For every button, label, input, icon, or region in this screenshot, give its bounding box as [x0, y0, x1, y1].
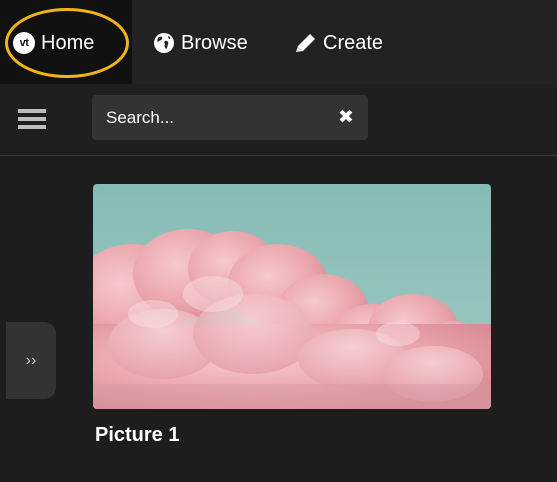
- pencil-icon: [293, 32, 317, 54]
- double-chevron-right-icon[interactable]: ››: [6, 322, 56, 399]
- hamburger-icon[interactable]: [18, 109, 46, 129]
- pink-clouds-image: [93, 184, 491, 409]
- nav-home-link[interactable]: vt Home: [13, 28, 94, 58]
- search-input[interactable]: [106, 106, 316, 130]
- toolbar-divider: [0, 155, 557, 156]
- nav-browse-label: Browse: [181, 31, 248, 54]
- nav-create-label: Create: [323, 31, 384, 54]
- nav-home-label: Home: [41, 31, 95, 54]
- nav-browse-link[interactable]: Browse: [153, 28, 248, 58]
- gallery-item-image[interactable]: [93, 184, 491, 409]
- close-icon[interactable]: ✖: [336, 108, 356, 128]
- globe-icon: [153, 32, 175, 54]
- search-box: [92, 95, 368, 140]
- nav-create-link[interactable]: Create: [293, 28, 383, 58]
- gallery-item-title[interactable]: Picture 1: [95, 424, 179, 447]
- vt-logo-icon: vt: [13, 32, 35, 54]
